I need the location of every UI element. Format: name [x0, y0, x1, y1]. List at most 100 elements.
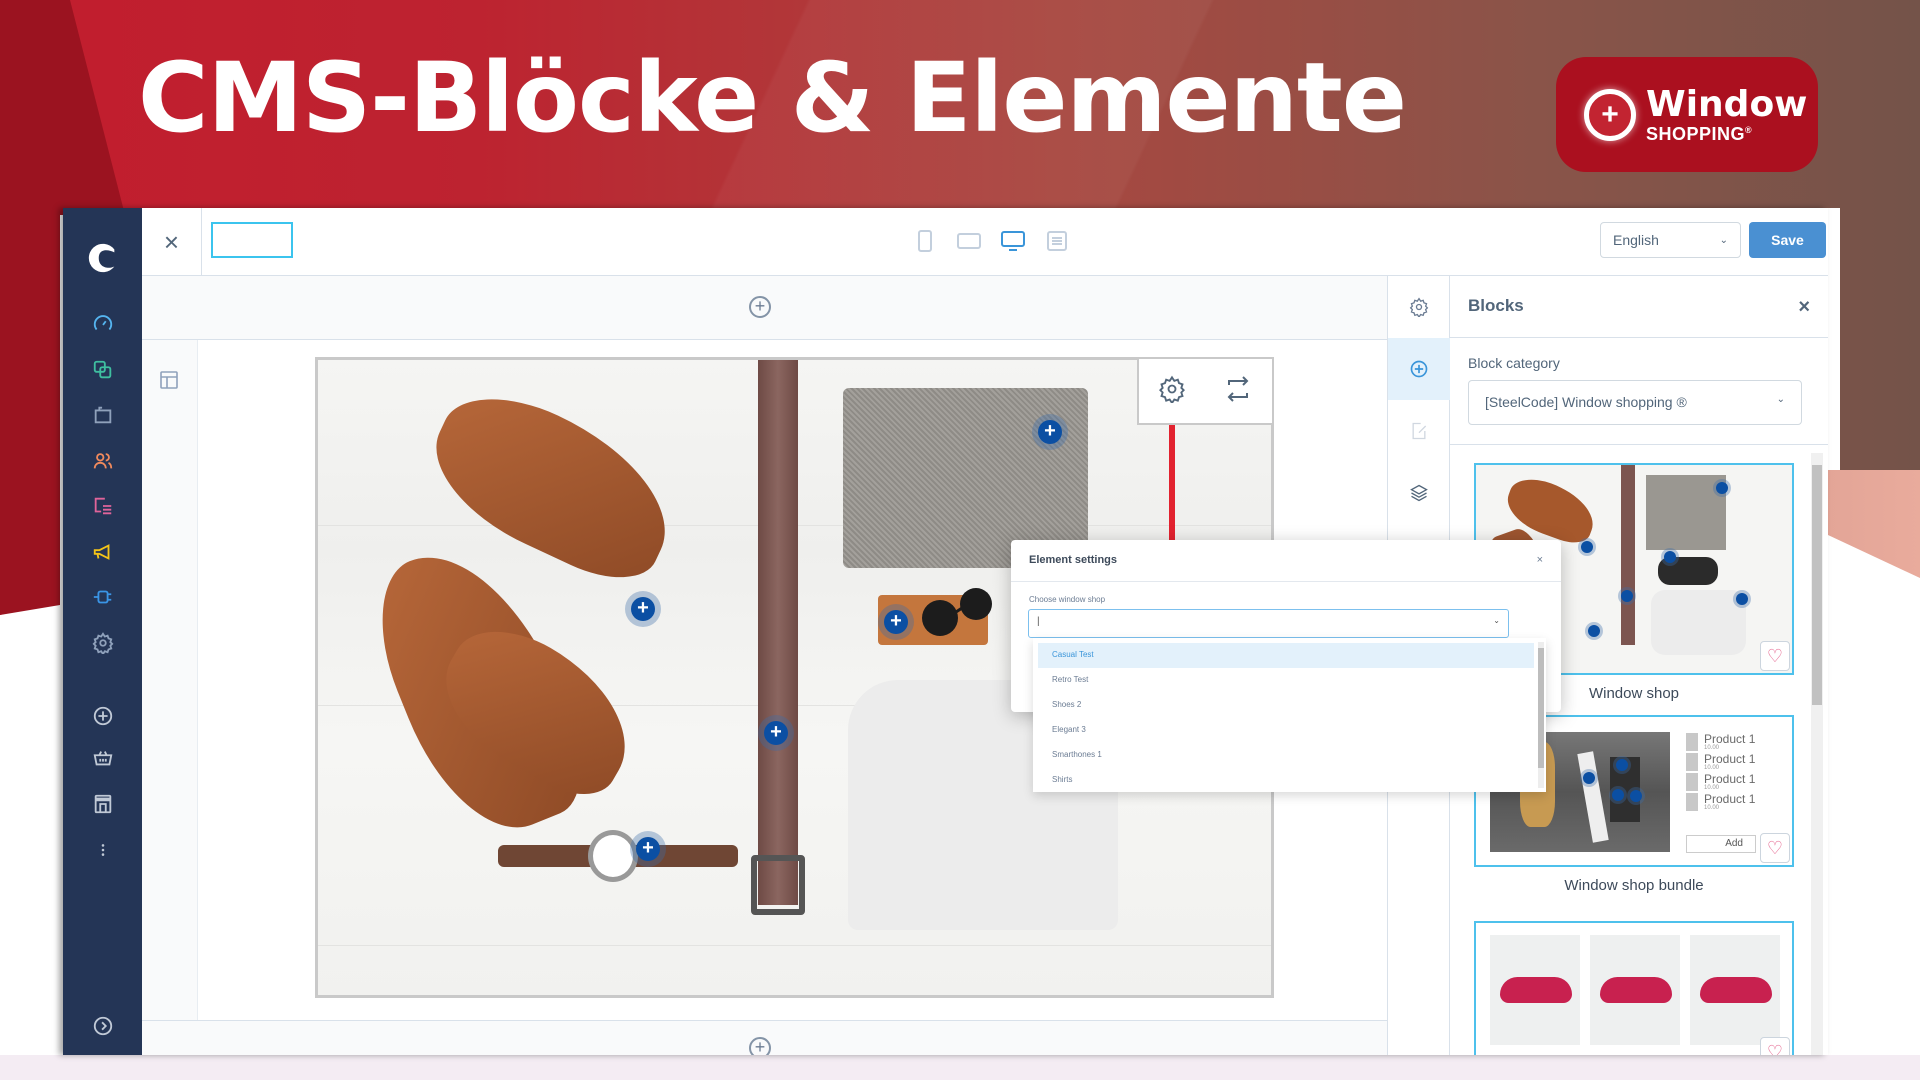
- product-tile: [1590, 935, 1680, 1045]
- plus-icon: +: [1038, 420, 1062, 444]
- buckle-image: [751, 855, 805, 915]
- section-toolbar: [142, 340, 198, 1020]
- window-shop-select-input[interactable]: | ⌄: [1028, 609, 1509, 638]
- add-section-top-button[interactable]: +: [749, 296, 771, 318]
- close-blocks-icon[interactable]: ×: [1798, 296, 1810, 318]
- add-blocks-tab[interactable]: [1388, 338, 1450, 400]
- favorite-heart-icon[interactable]: ♡: [1760, 1037, 1790, 1055]
- belt-image: [758, 360, 798, 905]
- window-shopping-logo: + Window SHOPPING®: [1556, 57, 1818, 172]
- product-tile: [1490, 935, 1580, 1045]
- hotspot-pants[interactable]: +: [1032, 414, 1068, 450]
- admin-sidebar: [63, 208, 142, 1055]
- hotspot-icon: [1612, 789, 1624, 801]
- content-icon[interactable]: [63, 491, 142, 521]
- block-label: Window shop bundle: [1564, 877, 1704, 894]
- edit-tab[interactable]: [1388, 400, 1450, 462]
- basket-icon[interactable]: [63, 743, 142, 773]
- bundle-product: Product 1 10.00: [1686, 753, 1755, 771]
- hotspot-watch[interactable]: +: [630, 831, 666, 867]
- blocks-scrollbar[interactable]: [1811, 453, 1823, 1055]
- hotspot-sunglasses[interactable]: +: [878, 604, 914, 640]
- chevron-down-icon: ⌄: [1719, 234, 1728, 246]
- expand-chevron-icon[interactable]: [63, 1011, 142, 1041]
- sunglasses-image: [922, 588, 992, 636]
- option-retro-test[interactable]: Retro Test: [1038, 668, 1534, 693]
- bottom-strip: [0, 1055, 1920, 1080]
- choose-window-shop-label: Choose window shop: [1029, 595, 1106, 604]
- marketing-megaphone-icon[interactable]: [63, 537, 142, 567]
- device-switcher: [912, 226, 1070, 256]
- plus-circle-icon: +: [1584, 88, 1636, 141]
- language-value: English: [1613, 232, 1659, 248]
- layers-tab[interactable]: [1388, 462, 1450, 524]
- canvas-bottom-strip: +: [142, 1020, 1387, 1055]
- hotspot-boots[interactable]: +: [625, 591, 661, 627]
- catalogue-icon[interactable]: [63, 355, 142, 385]
- hotspot-icon: [1630, 790, 1642, 802]
- close-icon: ×: [163, 226, 180, 257]
- mobile-device-icon[interactable]: [912, 226, 938, 256]
- option-shoes-2[interactable]: Shoes 2: [1038, 693, 1534, 718]
- tablet-device-icon[interactable]: [956, 226, 982, 256]
- canvas-top-strip: +: [142, 276, 1387, 340]
- layout-icon[interactable]: [159, 370, 179, 395]
- bundle-product: Product 1 10.00: [1686, 773, 1755, 791]
- hotspot-icon: [1581, 541, 1593, 553]
- input-caret: |: [1037, 616, 1040, 627]
- chevron-down-icon: ⌄: [1493, 616, 1500, 625]
- extensions-plug-icon[interactable]: [63, 582, 142, 612]
- shopware-logo-icon[interactable]: [63, 238, 142, 278]
- customers-icon[interactable]: [63, 446, 142, 476]
- element-settings-gear-icon[interactable]: [1158, 375, 1186, 408]
- hotspot-icon: [1583, 772, 1595, 784]
- swap-element-icon[interactable]: [1223, 375, 1253, 408]
- page-settings-tab[interactable]: [1388, 276, 1450, 338]
- language-select[interactable]: English ⌄: [1600, 222, 1741, 258]
- add-sales-channel-icon[interactable]: [63, 701, 142, 731]
- add-section-bottom-button[interactable]: +: [749, 1037, 771, 1055]
- dropdown-scrollbar[interactable]: [1538, 642, 1544, 788]
- list-view-icon[interactable]: [1044, 226, 1070, 256]
- option-shirts[interactable]: Shirts: [1038, 768, 1534, 792]
- save-button[interactable]: Save: [1749, 222, 1826, 258]
- close-modal-icon[interactable]: ×: [1537, 554, 1543, 567]
- block-product-slider[interactable]: ♡: [1474, 921, 1794, 1055]
- option-casual-test[interactable]: Casual Test: [1038, 643, 1534, 668]
- product-name: Product 1: [1704, 752, 1756, 766]
- desktop-device-icon[interactable]: [1000, 226, 1026, 256]
- favorite-heart-icon[interactable]: ♡: [1760, 641, 1790, 671]
- drag-indicator: [1169, 425, 1175, 545]
- hotspot-icon: [1664, 551, 1676, 563]
- editor-topbar: × English ⌄ Save: [142, 208, 1828, 276]
- more-dots-icon[interactable]: [63, 835, 142, 865]
- logo-line2: SHOPPING: [1646, 123, 1746, 144]
- block-category-select[interactable]: [SteelCode] Window shopping ® ⌄: [1468, 380, 1802, 425]
- sofa-image: [1700, 977, 1772, 1003]
- floor-line: [318, 945, 1271, 946]
- close-editor-button[interactable]: ×: [142, 208, 202, 276]
- settings-gear-icon[interactable]: [63, 628, 142, 658]
- hotspot-belt[interactable]: +: [758, 715, 794, 751]
- hotspot-icon: [1616, 759, 1628, 771]
- plus-circle-icon: +: [754, 1037, 766, 1055]
- option-smarthones-1[interactable]: Smarthones 1: [1038, 743, 1534, 768]
- modal-title: Element settings: [1029, 554, 1118, 566]
- hotspot-icon: [1736, 593, 1748, 605]
- sofa-image: [1500, 977, 1572, 1003]
- plus-icon: +: [636, 837, 660, 861]
- favorite-heart-icon[interactable]: ♡: [1760, 833, 1790, 863]
- option-elegant-3[interactable]: Elegant 3: [1038, 718, 1534, 743]
- dashboard-icon[interactable]: [63, 309, 142, 339]
- window-shop-options: Casual Test Retro Test Shoes 2 Elegant 3…: [1033, 638, 1546, 792]
- plus-icon: +: [764, 721, 788, 745]
- hotspot-icon: [1621, 590, 1633, 602]
- storefront-icon[interactable]: [63, 789, 142, 819]
- chevron-down-icon: ⌄: [1776, 394, 1785, 405]
- bundle-product: Product 1 10.00: [1686, 733, 1755, 751]
- orders-bag-icon[interactable]: [63, 400, 142, 430]
- thumbnail-shape: [1577, 751, 1609, 843]
- plus-circle-icon: +: [754, 296, 766, 316]
- product-name: Product 1: [1704, 792, 1756, 806]
- page-name-input[interactable]: [211, 222, 293, 258]
